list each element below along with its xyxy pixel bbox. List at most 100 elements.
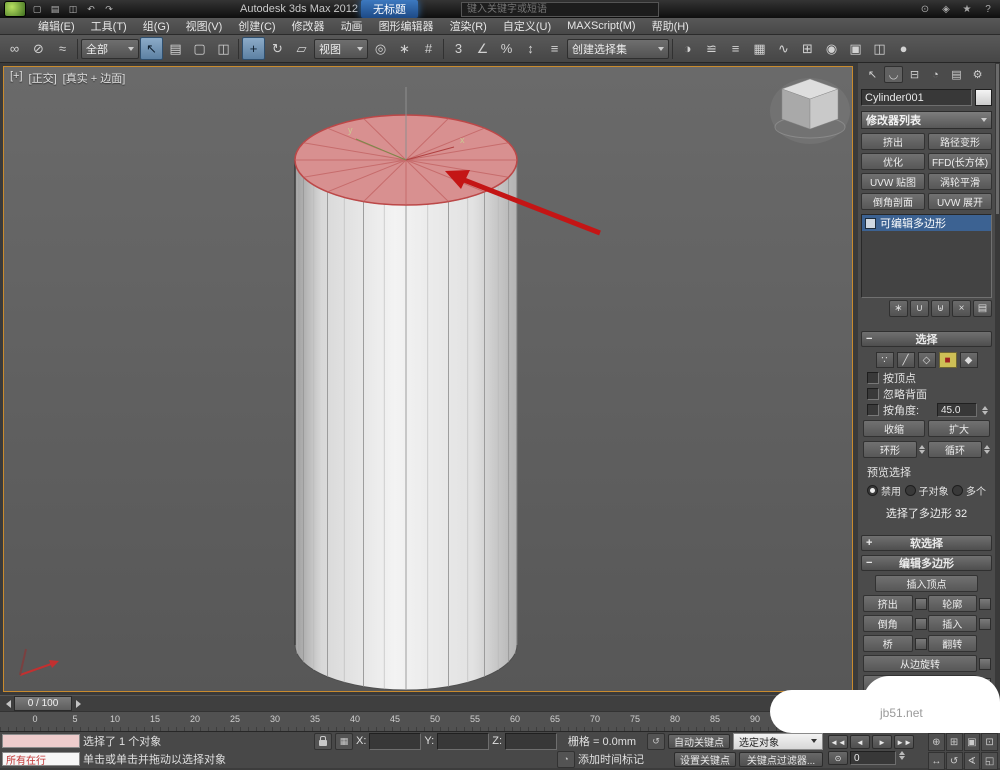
time-slider-track[interactable]: 0 / 100 xyxy=(0,695,858,711)
favorites-icon[interactable]: ★ xyxy=(959,2,975,16)
modify-tab-icon[interactable]: ◡ xyxy=(884,66,903,83)
offset-mode-icon[interactable]: ↺ xyxy=(647,732,665,750)
hierarchy-tab-icon[interactable]: ⊟ xyxy=(905,66,924,83)
go-to-start-icon[interactable]: ◄◄ xyxy=(828,735,848,749)
modifier-set-button[interactable]: UVW 贴图 xyxy=(861,173,925,190)
remove-modifier-icon[interactable]: × xyxy=(952,300,971,317)
shrink-button[interactable]: 收缩 xyxy=(863,420,925,437)
menu-item[interactable]: 动画 xyxy=(333,17,371,35)
menu-item[interactable]: 创建(C) xyxy=(230,17,283,35)
angle-spinner[interactable] xyxy=(982,405,988,415)
rollout-selection[interactable]: − 选择 xyxy=(861,331,992,347)
angle-value-field[interactable]: 45.0 xyxy=(937,403,977,417)
render-setup-icon[interactable]: ▣ xyxy=(844,37,867,60)
modifier-list-dropdown[interactable]: 修改器列表 xyxy=(861,111,992,129)
edit-named-selection-sets-icon[interactable]: ≡ xyxy=(543,37,566,60)
menu-item[interactable]: 视图(V) xyxy=(178,17,231,35)
pan-icon[interactable]: ↔ xyxy=(928,752,945,770)
max-logo-icon[interactable] xyxy=(4,1,26,17)
named-selection-dropdown[interactable]: 创建选择集 xyxy=(567,38,669,59)
loop-button[interactable]: 循环 xyxy=(928,441,982,458)
loop-spinner[interactable] xyxy=(984,445,990,454)
set-key-button[interactable]: 设置关键点 xyxy=(674,751,736,767)
preview-multiple-radio[interactable]: 多个 xyxy=(952,483,986,498)
bevel-settings-button[interactable] xyxy=(914,617,927,630)
viewport-menu[interactable]: [真实 + 边面] xyxy=(63,70,126,86)
object-color-swatch[interactable] xyxy=(975,89,992,106)
save-file-icon[interactable]: ◫ xyxy=(65,2,81,16)
by-angle-checkbox[interactable] xyxy=(867,404,879,416)
zoom-region-icon[interactable]: ⊡ xyxy=(981,733,998,751)
rectangular-region-icon[interactable]: ▢ xyxy=(188,37,211,60)
menu-item[interactable]: 组(G) xyxy=(135,17,178,35)
y-coordinate-field[interactable] xyxy=(437,732,490,750)
polygon-mode-icon[interactable]: ■ xyxy=(938,352,957,368)
hinge-from-edge-button[interactable]: 从边旋转 xyxy=(863,655,977,672)
cylinder-object[interactable]: x y xyxy=(294,87,518,691)
menu-item[interactable]: 图形编辑器 xyxy=(371,17,442,35)
pin-stack-icon[interactable]: ∗ xyxy=(889,300,908,317)
mirror-icon[interactable]: ◑ xyxy=(676,37,699,60)
keyboard-override-icon[interactable]: # xyxy=(417,37,440,60)
modifier-set-button[interactable]: 优化 xyxy=(861,153,925,170)
viewport[interactable]: x y [+][正交] [真实 + 边面] xyxy=(3,66,853,692)
render-production-icon[interactable]: ● xyxy=(892,37,915,60)
bridge-settings-button[interactable] xyxy=(914,637,927,650)
use-pivot-point-icon[interactable]: ◎ xyxy=(369,37,392,60)
help-icon[interactable]: ? xyxy=(980,2,996,16)
modifier-set-button[interactable]: FFD(长方体) xyxy=(928,153,992,170)
extrude-button[interactable]: 挤出 xyxy=(863,595,913,612)
select-and-move-icon[interactable]: + xyxy=(242,37,265,60)
configure-modifier-sets-icon[interactable]: ▤ xyxy=(973,300,992,317)
x-coordinate-field[interactable] xyxy=(369,732,422,750)
vertex-mode-icon[interactable]: ∵ xyxy=(875,352,894,368)
rollout-edit-polygons[interactable]: − 编辑多边形 xyxy=(861,555,992,571)
modifier-set-button[interactable]: 涡轮平滑 xyxy=(928,173,992,190)
modifier-set-button[interactable]: 路径变形 xyxy=(928,133,992,150)
schematic-view-icon[interactable]: ⊞ xyxy=(796,37,819,60)
time-slider[interactable]: 0 / 100 xyxy=(14,696,72,711)
menu-item[interactable]: 自定义(U) xyxy=(495,17,559,35)
unlink-selection-icon[interactable]: ⊘ xyxy=(27,37,50,60)
preview-subobject-radio[interactable]: 子对象 xyxy=(904,483,949,498)
play-icon[interactable]: ► xyxy=(872,735,892,749)
outline-settings-button[interactable] xyxy=(979,597,991,610)
maximize-viewport-icon[interactable]: ◱ xyxy=(981,752,998,770)
preview-disable-radio[interactable]: 禁用 xyxy=(867,483,901,498)
select-by-name-icon[interactable]: ▤ xyxy=(164,37,187,60)
spinner-snap-icon[interactable]: ↕ xyxy=(519,37,542,60)
element-mode-icon[interactable]: ◆ xyxy=(959,352,978,368)
maxscript-mini-listener[interactable]: 所有在行 xyxy=(2,752,80,767)
absolute-mode-icon[interactable]: ▦ xyxy=(335,732,354,750)
show-end-result-icon[interactable]: ∪ xyxy=(910,300,929,317)
bind-to-space-warp-icon[interactable]: ≈ xyxy=(51,37,74,60)
new-scene-icon[interactable]: ▢ xyxy=(29,2,45,16)
previous-frame-icon[interactable]: ◄ xyxy=(850,735,870,749)
menu-item[interactable]: 帮助(H) xyxy=(644,17,697,35)
curve-editor-icon[interactable]: ∿ xyxy=(772,37,795,60)
selection-filter-dropdown[interactable]: 全部 xyxy=(81,38,139,59)
ring-spinner[interactable] xyxy=(919,445,925,454)
flip-button[interactable]: 翻转 xyxy=(927,635,977,652)
motion-tab-icon[interactable]: ◔ xyxy=(926,66,945,83)
select-and-rotate-icon[interactable]: ↻ xyxy=(266,37,289,60)
inset-button[interactable]: 插入 xyxy=(927,615,977,632)
search-input[interactable] xyxy=(465,2,656,16)
hinge-settings-button[interactable] xyxy=(979,657,991,670)
selected-object-dropdown[interactable]: 选定对象 xyxy=(733,732,823,750)
zoom-all-icon[interactable]: ⊞ xyxy=(945,733,963,751)
modifier-stack[interactable]: 可编辑多边形 xyxy=(861,214,992,298)
infocenter-search[interactable] xyxy=(461,1,660,17)
z-coordinate-field[interactable] xyxy=(505,732,557,750)
stack-entry-editable-poly[interactable]: 可编辑多边形 xyxy=(862,215,991,231)
scrollbar-thumb[interactable] xyxy=(996,64,999,214)
menu-item[interactable]: 渲染(R) xyxy=(442,17,495,35)
ignore-backfacing-checkbox[interactable] xyxy=(867,388,879,400)
percent-snap-icon[interactable]: % xyxy=(495,37,518,60)
insert-vertex-button[interactable]: 插入顶点 xyxy=(875,575,978,592)
add-time-tag[interactable]: 添加时间标记 xyxy=(578,751,644,767)
current-frame-field[interactable]: 0 xyxy=(850,751,896,765)
panel-scrollbar[interactable] xyxy=(995,63,1000,731)
previous-frame-arrow[interactable] xyxy=(2,697,14,711)
auto-key-button[interactable]: 自动关键点 xyxy=(668,733,730,749)
